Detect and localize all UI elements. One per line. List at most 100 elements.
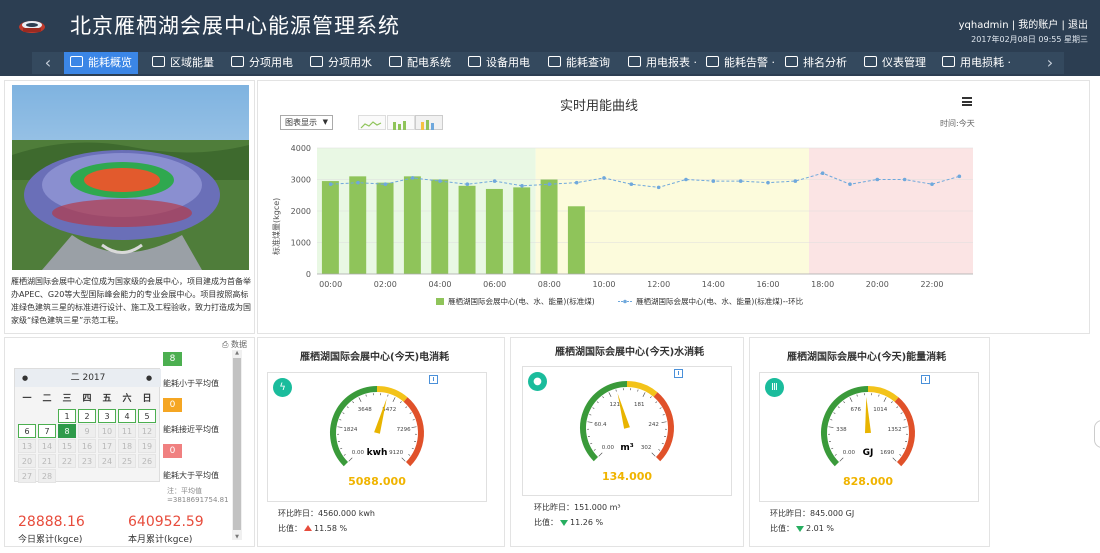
app-root: 北京雁栖湖会展中心能源管理系统 yqhadmin | 我的账户 | 退出 201… xyxy=(0,0,1100,553)
scroll-down-icon[interactable]: ▼ xyxy=(233,534,241,540)
nav-item-9[interactable]: 排名分析 xyxy=(785,52,847,74)
calendar-prev-icon[interactable]: ● xyxy=(20,373,30,383)
y-tick-label: 2000 xyxy=(291,207,311,216)
y-tick-label: 0 xyxy=(306,270,311,279)
calendar-day[interactable]: 28 xyxy=(38,469,56,483)
arrow-down-icon xyxy=(560,520,568,526)
monitor-icon xyxy=(389,56,402,67)
data-link[interactable]: ⎙ 数据 xyxy=(222,339,247,350)
calendar-day[interactable]: 24 xyxy=(98,454,116,468)
chart-menu-icon[interactable] xyxy=(962,97,972,106)
calendar-day[interactable]: 14 xyxy=(38,439,56,453)
ratio-value: 11.58 % xyxy=(314,524,348,533)
gauge-tick xyxy=(661,421,667,423)
chart-point xyxy=(547,182,552,187)
chart-point xyxy=(738,179,743,183)
calendar-day[interactable]: 22 xyxy=(58,454,76,468)
chart-point xyxy=(930,182,934,187)
scroll-thumb[interactable] xyxy=(233,358,241,530)
high-count-badge: 0 xyxy=(163,444,182,458)
calendar-day[interactable]: 27 xyxy=(18,469,36,483)
calendar-day[interactable]: 16 xyxy=(78,439,96,453)
nav-prev-arrow-icon[interactable]: ‹ xyxy=(38,52,58,74)
calendar-day[interactable]: 13 xyxy=(18,439,36,453)
gauge-unit: m³ xyxy=(620,443,633,453)
calendar-day[interactable]: 19 xyxy=(138,439,156,453)
nav-item-6[interactable]: 能耗查询 xyxy=(548,52,610,74)
chart-point xyxy=(848,182,852,187)
nav-item-10[interactable]: 仪表管理 xyxy=(864,52,926,74)
gauge-needle xyxy=(617,393,630,429)
line-chart-button[interactable] xyxy=(358,115,386,130)
gauge-tick xyxy=(903,419,906,421)
nav-item-1[interactable]: 区域能量 xyxy=(152,52,214,74)
nav-item-11[interactable]: 用电损耗 · xyxy=(942,52,1011,74)
calendar-day[interactable]: 9 xyxy=(78,424,96,438)
today-total-label: 今日累计(kgce) xyxy=(18,535,83,545)
calendar-day[interactable]: 4 xyxy=(118,409,136,423)
calendar-day[interactable]: 5 xyxy=(138,409,156,423)
calendar-day[interactable]: 11 xyxy=(118,424,136,438)
gauge-tick-label: 7296 xyxy=(397,427,411,433)
nav-item-3[interactable]: 分项用水 xyxy=(310,52,372,74)
calendar-day[interactable]: 10 xyxy=(98,424,116,438)
calendar-day[interactable]: 8 xyxy=(58,424,76,438)
nav-item-2[interactable]: 分项用电 xyxy=(231,52,293,74)
calendar-day[interactable]: 20 xyxy=(18,454,36,468)
my-account-link[interactable]: 我的账户 xyxy=(1018,20,1058,31)
chart-display-select[interactable]: 图表显示 ▼ xyxy=(280,115,333,130)
average-note: 注：平均值 =3818691754.81 xyxy=(167,487,229,504)
chart-bar xyxy=(321,181,339,274)
calendar-day[interactable]: 12 xyxy=(138,424,156,438)
calendar-day[interactable]: 21 xyxy=(38,454,56,468)
calendar-day[interactable]: 2 xyxy=(78,409,96,423)
nav-item-4[interactable]: 配电系统 xyxy=(389,52,451,74)
ratio-label: 比值： xyxy=(534,518,558,527)
gauge-tick-label: 121 xyxy=(609,402,620,408)
chart-point xyxy=(492,179,497,183)
bar-chart-button[interactable] xyxy=(387,115,415,130)
chart-point xyxy=(356,180,360,185)
gauge-tick-label: 1824 xyxy=(343,427,357,433)
gauge-tick-label: 0.00 xyxy=(602,445,615,451)
scroll-up-icon[interactable]: ▲ xyxy=(233,350,241,356)
calendar-day[interactable]: 18 xyxy=(118,439,136,453)
logout-link[interactable]: 退出 xyxy=(1068,20,1088,31)
nav-item-5[interactable]: 设备用电 xyxy=(468,52,530,74)
nav-item-label: 配电系统 xyxy=(407,56,451,69)
gauge-tick xyxy=(828,426,834,428)
bar-chart-icon xyxy=(393,121,406,130)
gauge-tick xyxy=(839,457,844,462)
chart-point xyxy=(902,177,907,182)
calendar-day[interactable]: 1 xyxy=(58,409,76,423)
calendar-day[interactable]: 23 xyxy=(78,454,96,468)
calendar-day[interactable]: 7 xyxy=(38,424,56,438)
gauge-value: 134.000 xyxy=(601,470,653,483)
calendar-day[interactable]: 25 xyxy=(118,454,136,468)
gauge-tick-label: 3648 xyxy=(358,407,372,413)
nav-item-label: 能耗查询 xyxy=(566,56,610,69)
nav-item-0[interactable]: 能耗概览 xyxy=(64,52,138,74)
current-datetime: 2017年02月08日 09:55 星期三 xyxy=(971,35,1088,44)
calendar-next-icon[interactable]: ● xyxy=(144,373,154,383)
stacked-chart-button[interactable] xyxy=(415,115,443,130)
gauge-band xyxy=(867,386,899,402)
gauge-tick xyxy=(387,394,389,397)
calendar-scrollbar[interactable]: ▲ ▼ xyxy=(232,350,242,540)
radiator-icon: Ⅲ xyxy=(765,378,784,397)
calendar-day[interactable]: 26 xyxy=(138,454,156,468)
calendar-day[interactable]: 15 xyxy=(58,439,76,453)
gauge-title: 雁栖湖国际会展中心(今天)电消耗 xyxy=(300,352,450,363)
logo-icon xyxy=(19,21,45,33)
side-collapse-tab[interactable] xyxy=(1094,420,1100,448)
ratio-value: 11.26 % xyxy=(570,518,604,527)
calendar-day[interactable]: 3 xyxy=(98,409,116,423)
calendar-day[interactable]: 17 xyxy=(98,439,116,453)
nav-item-7[interactable]: 用电报表 · xyxy=(628,52,697,74)
nav-item-label: 能耗概览 xyxy=(88,56,132,69)
calendar-day[interactable]: 6 xyxy=(18,424,36,438)
username-link[interactable]: yqhadmin xyxy=(959,20,1009,31)
nav-next-arrow-icon[interactable]: › xyxy=(1040,52,1060,74)
nav-item-8[interactable]: 能耗告警 · xyxy=(706,52,775,74)
calendar-weekday: 二 xyxy=(42,394,52,404)
